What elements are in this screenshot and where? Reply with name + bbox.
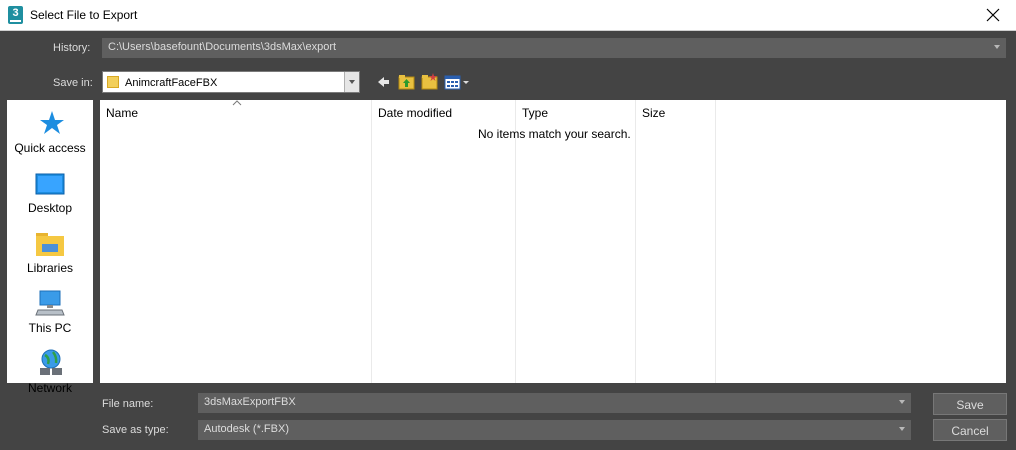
column-divider[interactable] <box>715 100 716 383</box>
desktop-icon <box>35 173 65 195</box>
column-header-type[interactable]: Type <box>522 106 548 120</box>
empty-message: No items match your search. <box>478 127 631 141</box>
save-button[interactable]: Save <box>933 393 1007 415</box>
places-bar: Quick access Desktop Libraries This PC N… <box>7 100 93 395</box>
save-in-label: Save in: <box>53 77 93 89</box>
file-name-label: File name: <box>102 398 154 410</box>
chevron-down-icon[interactable] <box>899 427 905 431</box>
place-desktop[interactable]: Desktop <box>7 164 93 222</box>
save-as-type-select[interactable]: Autodesk (*.FBX) <box>198 420 911 440</box>
place-label: Libraries <box>26 261 74 275</box>
chevron-down-icon[interactable] <box>899 400 905 404</box>
chevron-down-icon[interactable] <box>344 72 359 92</box>
window-title: Select File to Export <box>30 8 138 22</box>
up-folder-icon[interactable] <box>398 72 416 92</box>
column-divider[interactable] <box>515 100 516 383</box>
place-label: Quick access <box>14 141 86 155</box>
save-in-value: AnimcraftFaceFBX <box>125 77 218 89</box>
title-bar: 3 Select File to Export <box>0 0 1016 31</box>
app-3dsmax-icon: 3 <box>8 6 23 24</box>
close-icon <box>986 8 1000 22</box>
new-folder-icon[interactable] <box>421 72 439 92</box>
history-label: History: <box>53 42 91 54</box>
file-name-value: 3dsMaxExportFBX <box>204 396 296 408</box>
save-in-combobox[interactable]: AnimcraftFaceFBX <box>102 71 360 93</box>
libraries-icon <box>36 233 64 256</box>
history-value: C:\Users\basefount\Documents\3dsMax\expo… <box>108 41 337 53</box>
computer-icon <box>35 290 65 316</box>
column-header-name[interactable]: Name <box>106 106 138 120</box>
file-name-input[interactable]: 3dsMaxExportFBX <box>198 393 911 413</box>
save-as-type-value: Autodesk (*.FBX) <box>204 423 289 435</box>
place-label: Network <box>27 381 72 395</box>
file-list[interactable]: Name Date modified Type Size No items ma… <box>100 100 1006 383</box>
column-divider[interactable] <box>371 100 372 383</box>
view-menu-icon[interactable] <box>444 72 470 92</box>
folder-icon <box>107 76 119 88</box>
place-quick-access[interactable]: Quick access <box>7 104 93 162</box>
network-icon <box>40 349 62 375</box>
cancel-button[interactable]: Cancel <box>933 419 1007 441</box>
close-button[interactable] <box>970 0 1016 31</box>
star-icon <box>40 111 64 134</box>
place-label: Desktop <box>27 201 73 215</box>
history-combobox[interactable]: C:\Users\basefount\Documents\3dsMax\expo… <box>102 38 1006 58</box>
save-as-type-label: Save as type: <box>102 424 169 436</box>
column-header-size[interactable]: Size <box>642 106 665 120</box>
sort-ascending-icon <box>232 100 242 106</box>
place-network[interactable]: Network <box>7 344 93 402</box>
place-libraries[interactable]: Libraries <box>7 224 93 282</box>
column-divider[interactable] <box>635 100 636 383</box>
export-dialog: History: C:\Users\basefount\Documents\3d… <box>0 31 1016 450</box>
column-header-date-modified[interactable]: Date modified <box>378 106 452 120</box>
chevron-down-icon <box>994 45 1000 49</box>
place-label: This PC <box>28 321 72 335</box>
place-this-pc[interactable]: This PC <box>7 284 93 342</box>
back-arrow-icon[interactable] <box>376 72 390 92</box>
